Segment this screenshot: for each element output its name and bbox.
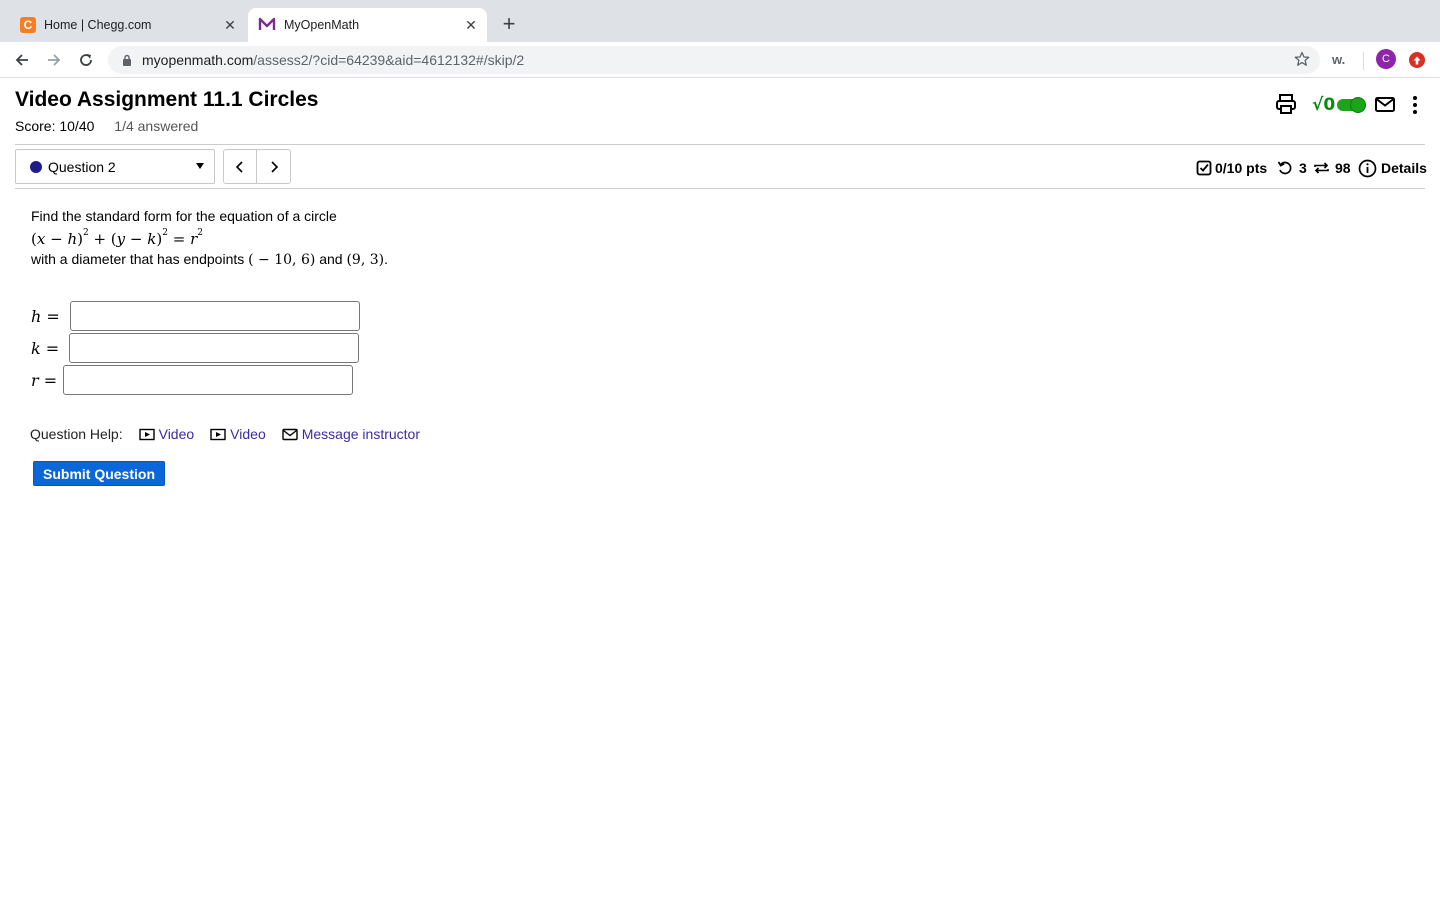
question-help-label: Question Help: [30,426,123,442]
tab-chegg[interactable]: C Home | Chegg.com ✕ [8,8,246,42]
details-button[interactable]: Details [1358,158,1427,178]
profile-avatar[interactable]: C [1376,49,1396,69]
previous-question-button[interactable] [223,149,257,184]
message-instructor-link[interactable]: Message instructor [282,426,420,442]
math-entry-toggle[interactable]: √0 [1312,95,1367,115]
browser-tab-bar: C Home | Chegg.com ✕ MyOpenMath ✕ + [0,0,1440,42]
chevron-right-icon [270,160,278,173]
video-icon [210,428,226,440]
question-select-label: Question 2 [48,158,116,175]
close-icon[interactable]: ✕ [459,13,483,37]
tab-myopenmath[interactable]: MyOpenMath ✕ [248,8,487,42]
question-status-dot [30,160,42,173]
more-options-icon[interactable] [1405,93,1425,119]
address-bar[interactable]: myopenmath.com/assess2/?cid=64239&aid=46… [108,46,1320,74]
score-text: Score: 10/40 [15,118,95,134]
answer-row-r: r = [31,365,353,395]
nav-divider [15,188,1425,189]
caret-down-icon [196,163,204,169]
video-link-2[interactable]: Video [210,426,266,442]
answered-count: 1/4 answered [114,118,199,134]
info-icon [1358,159,1377,177]
video-link-1[interactable]: Video [138,426,194,442]
forward-icon[interactable] [40,46,68,74]
points-indicator: 0/10 pts [1196,158,1267,178]
endpoint-2: (9, 3) [346,252,385,268]
myopenmath-m-icon [258,17,276,34]
question-help: Question Help: Video Video Message instr… [30,426,436,442]
answer-label-h: h = [31,306,60,326]
toggle-switch[interactable] [1337,97,1367,113]
reload-icon[interactable] [72,46,100,74]
regenerations-indicator: 98 [1313,158,1351,178]
chegg-c-icon: C [20,17,36,33]
chevron-left-icon [235,160,243,173]
new-tab-button[interactable]: + [497,11,521,36]
next-question-button[interactable] [257,149,291,184]
regenerate-icon [1314,162,1329,174]
mail-icon[interactable] [1374,93,1396,119]
url-text: myopenmath.com/assess2/?cid=64239&aid=46… [142,52,525,68]
update-icon[interactable] [1409,52,1425,68]
tab-title: MyOpenMath [284,18,360,32]
bookmark-star-icon[interactable] [1294,51,1310,72]
r-input[interactable] [63,365,353,395]
question-intro: Find the standard form for the equation … [31,208,337,224]
toolbar-divider [1363,52,1364,70]
answer-row-k: k = [31,333,359,363]
circle-equation: (x − h)2 + (y − k)2 = r2 [31,228,203,248]
lock-icon [120,54,134,66]
close-icon[interactable]: ✕ [218,13,242,37]
score-line: Score: 10/40 1/4 answered [15,118,198,134]
browser-toolbar: myopenmath.com/assess2/?cid=64239&aid=46… [0,42,1440,78]
question-prompt: Find the standard form for the equation … [31,206,388,270]
answer-label-r: r = [31,370,58,390]
diameter-sentence: with a diameter that has endpoints ( − 1… [31,251,388,268]
retries-indicator: 3 [1277,158,1307,178]
header-divider [15,144,1425,145]
mail-icon [282,428,298,440]
extension-w-icon[interactable]: w. [1332,52,1345,67]
k-input[interactable] [69,333,359,363]
page-title: Video Assignment 11.1 Circles [15,88,319,111]
print-icon[interactable] [1275,93,1297,119]
answer-label-k: k = [31,338,60,358]
tab-title: Home | Chegg.com [44,18,152,32]
checkbox-icon [1196,160,1212,176]
submit-question-button[interactable]: Submit Question [33,461,165,486]
video-icon [138,428,155,440]
retry-icon [1277,161,1292,175]
h-input[interactable] [70,301,360,331]
sqrt-icon: √0 [1312,95,1336,115]
question-select[interactable]: Question 2 [15,149,215,184]
endpoint-1: ( − 10, 6) [248,252,316,268]
back-icon[interactable] [8,46,36,74]
answer-row-h: h = [31,301,360,331]
